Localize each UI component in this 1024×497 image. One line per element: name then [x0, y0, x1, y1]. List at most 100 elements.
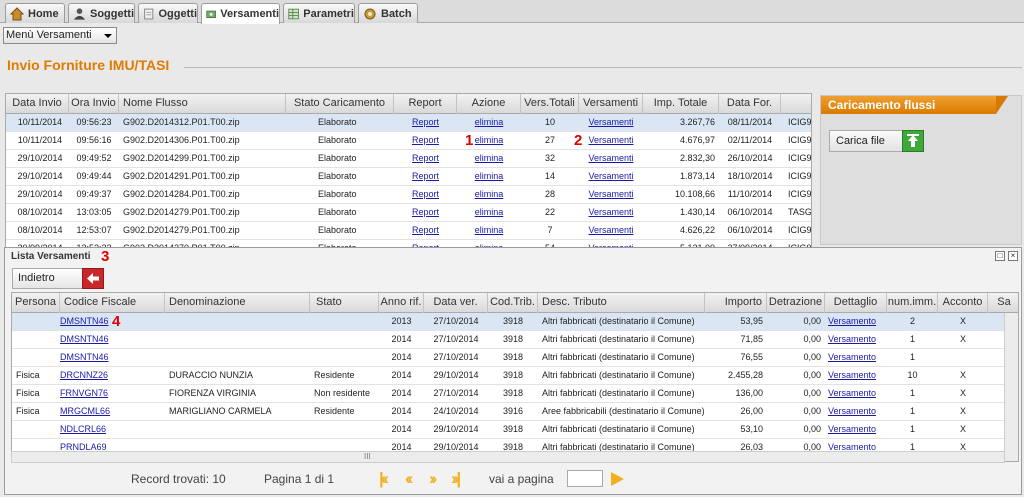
table-link[interactable]: Versamento: [828, 421, 886, 438]
upload-icon[interactable]: [902, 130, 924, 152]
vertical-scrollbar[interactable]: [1004, 313, 1018, 461]
table-link[interactable]: elimina: [457, 114, 521, 131]
table-row[interactable]: 08/10/2014 12:53:07 G902.D2014279.P01.T00.…: [6, 222, 811, 240]
table-link[interactable]: Versamenti: [579, 132, 643, 149]
table-row[interactable]: Fisica FRNVGN76 FIORENZA VIRGINIA Non resid…: [12, 385, 1006, 403]
col-header[interactable]: Acconto: [938, 293, 988, 313]
table-link[interactable]: Report: [394, 222, 457, 239]
table-row[interactable]: Fisica MRGCML66 MARIGLIANO CARMELA Resident…: [12, 403, 1006, 421]
back-arrow-icon[interactable]: [82, 268, 104, 289]
table-row[interactable]: DMSNTN46 2014 27/10/2014 3918 Altri fabbrica…: [12, 349, 1006, 367]
table-link[interactable]: DMSNTN46: [60, 331, 110, 348]
tab-oggetti[interactable]: Oggetti: [138, 3, 198, 23]
table-row[interactable]: Fisica DRCNNZ26 DURACCIO NUNZIA Residente 20…: [12, 367, 1006, 385]
tab-parametri[interactable]: Parametri: [283, 3, 355, 23]
horizontal-scrollbar[interactable]: III: [11, 451, 1005, 463]
table-link[interactable]: Versamento: [828, 313, 886, 330]
first-page-icon[interactable]: |‹‹: [379, 469, 389, 489]
table-link[interactable]: elimina: [457, 222, 521, 239]
col-header[interactable]: Ora Invio: [69, 94, 119, 114]
table-link[interactable]: Versamento: [828, 403, 886, 420]
col-header[interactable]: Versamenti: [579, 94, 643, 114]
tab-versamenti[interactable]: Versamenti: [201, 3, 280, 24]
table-link[interactable]: Report: [394, 114, 457, 131]
menu-versamenti-select[interactable]: Menù Versamenti: [3, 27, 117, 44]
table-link[interactable]: Report: [394, 168, 457, 185]
table-link[interactable]: Report: [394, 132, 457, 149]
table-row[interactable]: 29/10/2014 09:49:44 G902.D2014291.P01.T00.…: [6, 168, 811, 186]
table-link[interactable]: Versamento: [828, 367, 886, 384]
last-page-icon[interactable]: ››|: [451, 469, 461, 489]
table-row[interactable]: 10/11/2014 09:56:16 G902.D2014306.P01.T00.…: [6, 132, 811, 150]
prev-page-icon[interactable]: ‹‹: [405, 469, 414, 489]
col-header[interactable]: Data ver.: [424, 293, 488, 313]
col-header[interactable]: Desc. Tributo: [538, 293, 705, 313]
table-link[interactable]: Versamento: [828, 331, 886, 348]
table-link[interactable]: Versamenti: [579, 168, 643, 185]
table-link[interactable]: Versamenti: [579, 222, 643, 239]
table-link[interactable]: Versamenti: [579, 114, 643, 131]
col-header[interactable]: Dettaglio: [825, 293, 887, 313]
table-cell: 08/11/2014: [727, 117, 773, 127]
table-link[interactable]: elimina: [457, 204, 521, 221]
table-cell: 0,00: [803, 370, 821, 380]
col-header[interactable]: [781, 94, 811, 114]
col-header[interactable]: Stato Caricamento: [286, 94, 394, 114]
table-row[interactable]: DMSNTN46 2013 27/10/2014 3918 Altri fabbrica…: [12, 313, 1006, 331]
table-link[interactable]: NDLCRL66: [60, 421, 110, 438]
table-link[interactable]: Versamento: [828, 385, 886, 402]
col-header[interactable]: Report: [394, 94, 457, 114]
tab-home[interactable]: Home: [5, 3, 65, 23]
table-link[interactable]: FRNVGN76: [60, 385, 110, 402]
table-link[interactable]: Versamento: [828, 349, 886, 366]
table-link[interactable]: elimina: [457, 168, 521, 185]
table-link[interactable]: MRGCML66: [60, 403, 110, 420]
table-link[interactable]: DMSNTN46: [60, 349, 110, 366]
table-row[interactable]: 08/10/2014 13:03:05 G902.D2014279.P01.T00.…: [6, 204, 811, 222]
col-header[interactable]: Nome Flusso: [119, 94, 286, 114]
maximize-icon[interactable]: □: [995, 251, 1005, 261]
col-header[interactable]: Data Invio: [6, 94, 69, 114]
col-header[interactable]: Denominazione: [165, 293, 310, 313]
table-link[interactable]: DRCNNZ26: [60, 367, 110, 384]
table-link[interactable]: Versamenti: [579, 186, 643, 203]
page-number-input[interactable]: [567, 470, 603, 487]
col-header[interactable]: Vers.Totali: [521, 94, 579, 114]
carica-file-button[interactable]: Carica file: [829, 130, 924, 152]
col-header[interactable]: Cod.Trib.: [488, 293, 538, 313]
table-link[interactable]: Report: [394, 150, 457, 167]
col-header[interactable]: Importo: [705, 293, 767, 313]
next-page-icon[interactable]: ››: [429, 469, 438, 489]
col-header[interactable]: Sa: [988, 293, 1018, 313]
col-header[interactable]: Codice Fiscale: [60, 293, 165, 313]
table-row[interactable]: 10/11/2014 09:56:23 G902.D2014312.P01.T00.…: [6, 114, 811, 132]
tab-batch[interactable]: Batch: [358, 3, 418, 23]
col-header[interactable]: Stato: [310, 293, 379, 313]
close-icon[interactable]: ×: [1008, 251, 1018, 261]
menu-select-value: Menù Versamenti: [6, 29, 92, 41]
go-page-icon[interactable]: [611, 472, 624, 486]
table-cell: 0,00: [803, 316, 821, 326]
indietro-button[interactable]: Indietro: [12, 268, 104, 289]
table-link[interactable]: Report: [394, 204, 457, 221]
table-row[interactable]: DMSNTN46 2014 27/10/2014 3918 Altri fabbrica…: [12, 331, 1006, 349]
table-row[interactable]: NDLCRL66 2014 29/10/2014 3918 Altri fabbrica…: [12, 421, 1006, 439]
table-link[interactable]: Report: [394, 186, 457, 203]
tab-soggetti[interactable]: Soggetti: [68, 3, 135, 23]
col-header[interactable]: Data For.: [719, 94, 781, 114]
table-link[interactable]: DMSNTN46: [60, 313, 110, 330]
table-row[interactable]: 29/10/2014 09:49:37 G902.D2014284.P01.T00.…: [6, 186, 811, 204]
chevron-down-icon: [104, 34, 112, 38]
col-header[interactable]: Imp. Totale: [643, 94, 719, 114]
table-cell: 09:49:37: [76, 189, 112, 199]
col-header[interactable]: Detrazione: [767, 293, 825, 313]
table-link[interactable]: Versamenti: [579, 204, 643, 221]
col-header[interactable]: Persona: [12, 293, 60, 313]
col-header[interactable]: Azione: [457, 94, 521, 114]
table-link[interactable]: elimina: [457, 150, 521, 167]
col-header[interactable]: num.imm.: [887, 293, 938, 313]
table-link[interactable]: Versamenti: [579, 150, 643, 167]
col-header[interactable]: Anno rif.: [379, 293, 424, 313]
table-link[interactable]: elimina: [457, 186, 521, 203]
table-row[interactable]: 29/10/2014 09:49:52 G902.D2014299.P01.T00.…: [6, 150, 811, 168]
